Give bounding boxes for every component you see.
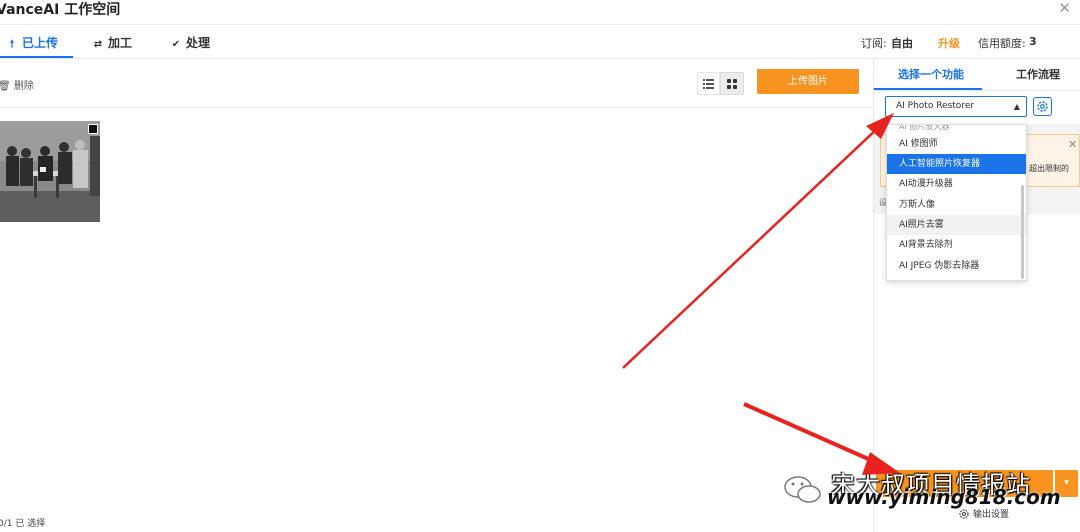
watermark-url: www.yiming818.com <box>827 485 1061 509</box>
title-bar: VanceAI 工作空间 ✕ <box>0 0 1080 22</box>
top-tab-bar: 🠕 已上传 ⇄ 加工 ✔ 处理 订阅: 自由 升级 信用额度: 3 <box>0 24 1080 59</box>
grid-view-button[interactable] <box>720 72 744 95</box>
list-view-button[interactable] <box>697 72 720 95</box>
app-window: VanceAI 工作空间 ✕ 🠕 已上传 ⇄ 加工 ✔ 处理 订阅: 自由 升级 信用… <box>0 0 1080 532</box>
active-tab-underline <box>0 56 73 58</box>
upload-arrow-icon: 🠕 <box>9 39 15 50</box>
delete-button[interactable]: 🗑 删除 <box>0 77 34 92</box>
dropdown-item-partial[interactable]: AI 图片放大器 <box>899 125 949 132</box>
output-settings-label: 输出设置 <box>973 510 1010 520</box>
upgrade-link[interactable]: 升级 <box>938 35 960 51</box>
list-view-icon <box>703 79 714 89</box>
warning-close-icon[interactable]: ✕ <box>1068 138 1077 151</box>
app-title: VanceAI 工作空间 <box>0 2 121 18</box>
tab-processing-label: 加工 <box>108 36 133 50</box>
subscription-label: 订阅: <box>861 37 887 50</box>
watermark: 宋大叔项目情报站 www.yiming818.com <box>783 465 1063 510</box>
credits-label: 信用额度: <box>978 37 1026 50</box>
dropdown-item[interactable]: 万斯人像 <box>887 195 1026 215</box>
tab-uploaded[interactable]: 🠕 已上传 <box>6 34 58 54</box>
tab-workflow[interactable]: 工作流程 <box>1016 66 1060 82</box>
selection-status: 0/1 已 选择 <box>0 519 46 529</box>
toolbar-divider <box>0 107 873 108</box>
dropdown-item-selected[interactable]: 人工智能照片恢复器 <box>887 154 1026 174</box>
upload-image-button[interactable]: 上传图片 <box>757 69 859 94</box>
close-icon[interactable]: ✕ <box>1058 0 1071 17</box>
caret-down-icon: ▾ <box>1064 478 1069 488</box>
arrow-to-dropdown <box>622 113 894 369</box>
dropdown-item[interactable]: AI 修图师 <box>887 134 1026 154</box>
right-tab-line <box>874 90 1080 91</box>
wechat-icon <box>784 476 821 503</box>
right-tab-underline <box>874 88 982 90</box>
function-dropdown-menu: AI 图片放大器 AI 修图师 人工智能照片恢复器 AI动漫升级器 万斯人像 A… <box>886 124 1027 281</box>
tab-processed-label: 处理 <box>186 36 211 50</box>
dropdown-item[interactable]: AI动漫升级器 <box>887 174 1026 194</box>
limit-warning-text: 超出限制的 <box>1029 164 1069 173</box>
caret-up-icon: ▲ <box>1013 102 1020 111</box>
tab-uploaded-label: 已上传 <box>22 36 59 50</box>
credits-value: 3 <box>1029 35 1037 48</box>
subscription-plan: 自由 <box>891 37 913 50</box>
gear-icon <box>1037 101 1048 112</box>
check-circle-icon: ✔ <box>171 39 181 50</box>
uploaded-image-thumbnail[interactable] <box>0 121 100 222</box>
dropdown-item[interactable]: AI背景去除剂 <box>887 235 1026 255</box>
swap-icon: ⇄ <box>93 39 103 50</box>
tab-processed[interactable]: ✔ 处理 <box>170 34 210 54</box>
tab-processing[interactable]: ⇄ 加工 <box>92 34 132 54</box>
dropdown-item[interactable]: AI JPEG 伪影去除器 <box>887 256 1026 276</box>
tab-select-function[interactable]: 选择一个功能 <box>898 66 964 82</box>
function-select-value: AI Photo Restorer <box>896 101 975 111</box>
function-settings-button[interactable] <box>1033 97 1052 116</box>
dropdown-scrollbar[interactable] <box>1021 185 1024 279</box>
dropdown-item-hover[interactable]: AI照片去雾 <box>887 215 1026 235</box>
select-checkbox[interactable] <box>88 124 98 134</box>
trash-icon: 🗑 <box>0 81 11 92</box>
grid-view-icon <box>727 79 737 89</box>
function-select[interactable]: AI Photo Restorer ▲ <box>885 96 1027 117</box>
delete-label: 删除 <box>13 81 34 92</box>
old-photo-image <box>0 121 100 222</box>
